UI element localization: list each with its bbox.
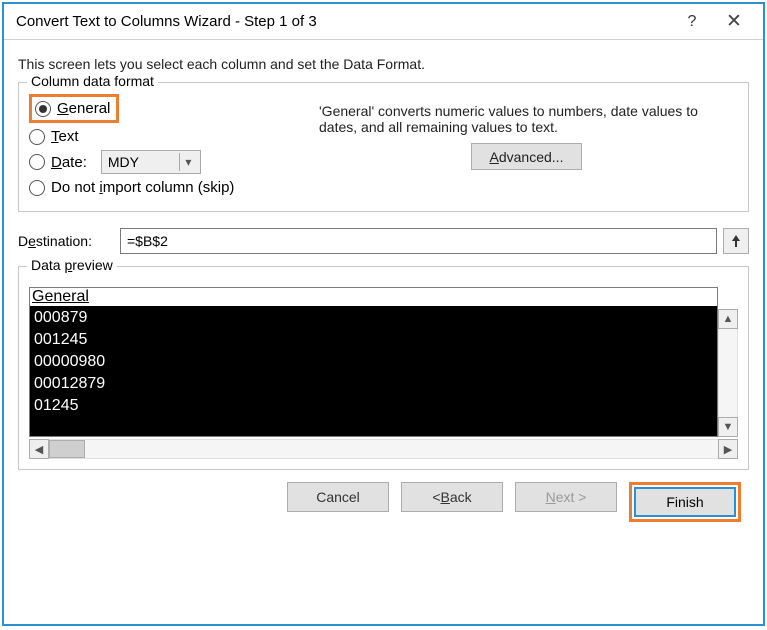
scroll-up-icon[interactable]: ▲ bbox=[718, 309, 738, 329]
hscroll-thumb[interactable] bbox=[49, 440, 85, 458]
radio-general[interactable] bbox=[35, 101, 51, 117]
general-highlight: General bbox=[29, 94, 119, 123]
advanced-button[interactable]: Advanced... bbox=[471, 143, 583, 170]
preview-row: 00012879 bbox=[30, 373, 717, 395]
horizontal-scrollbar[interactable]: ◀ ▶ bbox=[29, 439, 738, 459]
finish-highlight: Finish bbox=[629, 482, 741, 522]
chevron-down-icon: ▾ bbox=[179, 153, 197, 171]
radio-skip[interactable] bbox=[29, 180, 45, 196]
column-format-group: Column data format General Text bbox=[18, 82, 749, 212]
vscroll-track[interactable] bbox=[718, 329, 738, 417]
intro-text: This screen lets you select each column … bbox=[18, 56, 749, 72]
preview-row: 001245 bbox=[30, 329, 717, 351]
close-icon[interactable]: ✕ bbox=[713, 10, 755, 33]
finish-button[interactable]: Finish bbox=[634, 487, 736, 517]
date-format-select[interactable]: MDY ▾ bbox=[101, 150, 201, 174]
group-label: Column data format bbox=[27, 73, 158, 89]
radio-skip-label: Do not import column (skip) bbox=[51, 179, 234, 196]
radio-text-label: Text bbox=[51, 128, 79, 145]
preview-box: General 000879 001245 00000980 00012879 … bbox=[29, 287, 718, 437]
destination-label: Destination: bbox=[18, 233, 114, 249]
destination-input[interactable] bbox=[120, 228, 717, 254]
cancel-button[interactable]: Cancel bbox=[287, 482, 389, 512]
radio-text[interactable] bbox=[29, 129, 45, 145]
scroll-left-icon[interactable]: ◀ bbox=[29, 439, 49, 459]
preview-label: Data preview bbox=[27, 257, 117, 273]
destination-row: Destination: bbox=[18, 228, 749, 254]
titlebar: Convert Text to Columns Wizard - Step 1 … bbox=[4, 4, 763, 40]
help-icon[interactable]: ? bbox=[671, 13, 713, 31]
window-title: Convert Text to Columns Wizard - Step 1 … bbox=[16, 13, 671, 30]
radio-general-label: General bbox=[57, 100, 110, 117]
preview-row: 000879 bbox=[30, 307, 717, 329]
preview-row: 01245 bbox=[30, 395, 717, 417]
wizard-buttons: Cancel < Back Next > Finish bbox=[18, 470, 749, 528]
range-picker-icon[interactable] bbox=[723, 228, 749, 254]
data-preview-group: Data preview General 000879 001245 00000… bbox=[18, 266, 749, 470]
hscroll-track[interactable] bbox=[49, 439, 718, 459]
radio-date-label: Date: bbox=[51, 154, 87, 171]
vertical-scrollbar[interactable]: ▲ ▼ bbox=[718, 287, 738, 437]
next-button[interactable]: Next > bbox=[515, 482, 617, 512]
dialog-body: This screen lets you select each column … bbox=[4, 40, 763, 624]
date-format-value: MDY bbox=[108, 154, 139, 170]
preview-column-header[interactable]: General bbox=[30, 288, 717, 307]
format-description: 'General' converts numeric values to num… bbox=[319, 103, 734, 135]
wizard-dialog: Convert Text to Columns Wizard - Step 1 … bbox=[2, 2, 765, 626]
preview-row: 00000980 bbox=[30, 351, 717, 373]
back-button[interactable]: < Back bbox=[401, 482, 503, 512]
scroll-right-icon[interactable]: ▶ bbox=[718, 439, 738, 459]
scroll-down-icon[interactable]: ▼ bbox=[718, 417, 738, 437]
radio-date[interactable] bbox=[29, 154, 45, 170]
